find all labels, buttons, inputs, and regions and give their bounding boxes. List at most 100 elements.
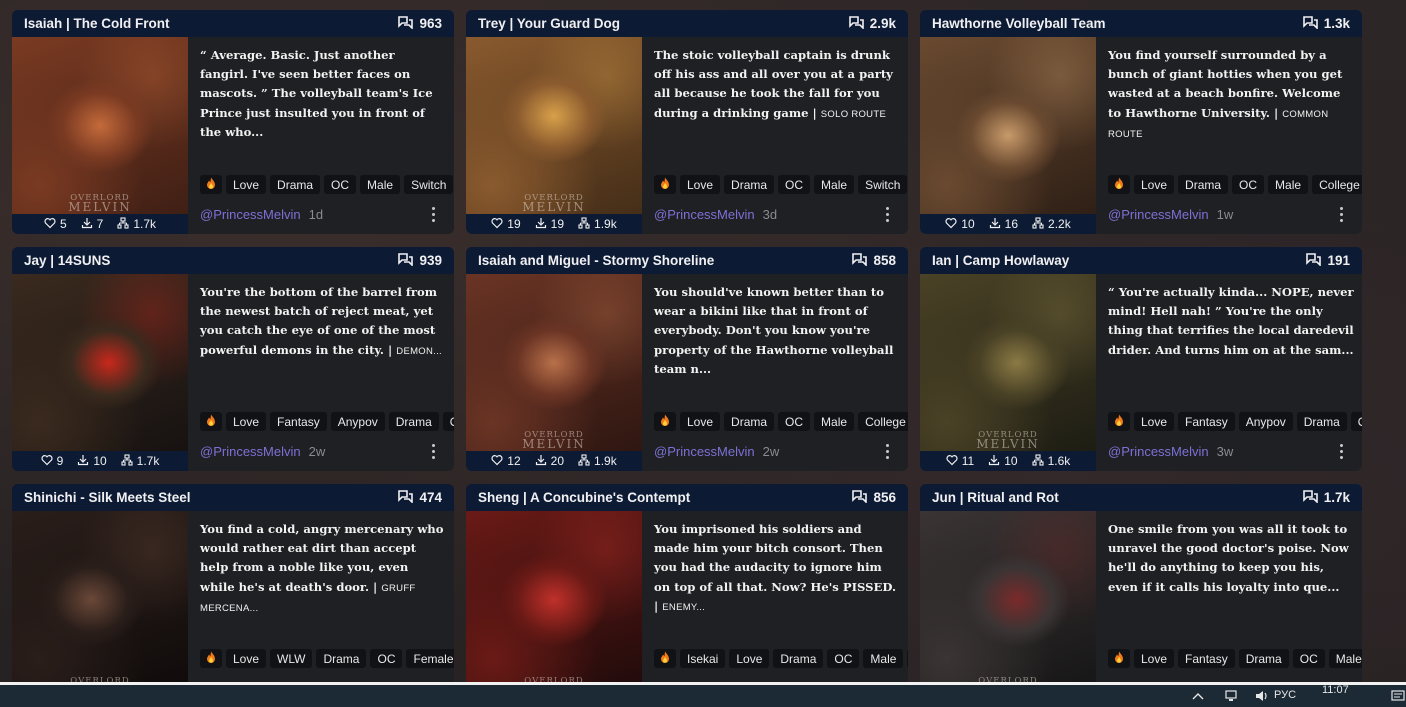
tag-chip[interactable]: Drama: [724, 412, 775, 431]
card-title[interactable]: Shinichi - Silk Meets Steel: [24, 490, 191, 505]
more-options-icon[interactable]: [1338, 443, 1344, 459]
tag-chip[interactable]: Love: [226, 649, 267, 668]
character-thumbnail[interactable]: OVERLORD: [12, 511, 188, 707]
character-thumbnail[interactable]: 9 10 1.7k: [12, 274, 188, 471]
more-options-icon[interactable]: [430, 206, 436, 222]
likes-stat[interactable]: 5: [44, 217, 67, 232]
tag-chip[interactable]: OC: [442, 412, 454, 431]
tag-chip[interactable]: Drama: [1296, 412, 1347, 431]
tag-chip[interactable]: OC: [324, 175, 357, 194]
trending-tag[interactable]: [200, 649, 222, 668]
character-card[interactable]: Shinichi - Silk Meets Steel 474 OVERLORD Yo…: [12, 484, 454, 707]
tag-chip[interactable]: Male: [1328, 649, 1362, 668]
tag-chip[interactable]: College: [1312, 175, 1362, 194]
tag-chip[interactable]: Isekai: [680, 649, 726, 668]
tag-chip[interactable]: College: [858, 412, 908, 431]
card-title[interactable]: Jay | 14SUNS: [24, 253, 110, 268]
tag-chip[interactable]: Drama: [1178, 175, 1229, 194]
character-thumbnail[interactable]: OVERLORD MELVIN 12 20 1.9k: [466, 274, 642, 471]
tag-chip[interactable]: Anypov: [330, 412, 385, 431]
trending-tag[interactable]: [654, 175, 676, 194]
trending-tag[interactable]: [1108, 412, 1130, 431]
character-thumbnail[interactable]: OVERLORD MELVIN 19 19 1.9k: [466, 37, 642, 234]
more-options-icon[interactable]: [430, 443, 436, 459]
tag-chip[interactable]: OC: [1232, 175, 1265, 194]
more-options-icon[interactable]: [1338, 206, 1344, 222]
character-card[interactable]: Trey | Your Guard Dog 2.9k OVERLORD MELVIN 1…: [466, 10, 908, 234]
character-card[interactable]: Ian | Camp Howlaway 191 OVERLORD MELVIN 11 10…: [920, 247, 1362, 471]
tag-chip[interactable]: WLW: [270, 649, 313, 668]
tag-chip[interactable]: Female: [406, 649, 454, 668]
card-title[interactable]: Hawthorne Volleyball Team: [932, 16, 1106, 31]
trending-tag[interactable]: [654, 649, 676, 668]
character-card[interactable]: Jun | Ritual and Rot 1.7k OVERLORD One smil…: [920, 484, 1362, 707]
tag-chip[interactable]: Anypov: [1238, 412, 1293, 431]
author-link[interactable]: @PrincessMelvin: [200, 207, 301, 222]
tag-chip[interactable]: Male: [1268, 175, 1309, 194]
tag-chip[interactable]: Love: [680, 175, 721, 194]
author-link[interactable]: @PrincessMelvin: [654, 207, 755, 222]
likes-stat[interactable]: 11: [946, 454, 974, 469]
tag-chip[interactable]: Male: [360, 175, 401, 194]
likes-stat[interactable]: 9: [41, 454, 63, 469]
tag-chip[interactable]: OC: [1350, 412, 1362, 431]
tag-chip[interactable]: Male: [814, 175, 855, 194]
tag-chip[interactable]: Drama: [316, 649, 367, 668]
likes-stat[interactable]: 10: [945, 217, 975, 232]
tag-chip[interactable]: Love: [226, 175, 267, 194]
author-link[interactable]: @PrincessMelvin: [654, 444, 755, 459]
more-options-icon[interactable]: [884, 206, 890, 222]
card-title[interactable]: Isaiah | The Cold Front: [24, 16, 170, 31]
tag-chip[interactable]: Love: [1134, 649, 1175, 668]
character-card[interactable]: Sheng | A Concubine's Contempt 856 OVERLOR…: [466, 484, 908, 707]
tag-chip[interactable]: OC: [778, 412, 811, 431]
tag-chip[interactable]: Switch: [404, 175, 454, 194]
tag-chip[interactable]: Love: [729, 649, 770, 668]
tag-chip[interactable]: Love: [680, 412, 721, 431]
tag-chip[interactable]: Fantasy: [1178, 412, 1235, 431]
trending-tag[interactable]: [1108, 175, 1130, 194]
author-link[interactable]: @PrincessMelvin: [1108, 444, 1209, 459]
tag-chip[interactable]: Fantasy: [1178, 649, 1235, 668]
character-card[interactable]: Hawthorne Volleyball Team 1.3k 10 16 2.2k You…: [920, 10, 1362, 234]
character-thumbnail[interactable]: 10 16 2.2k: [920, 37, 1096, 234]
tag-chip[interactable]: Drama: [388, 412, 439, 431]
tag-chip[interactable]: R: [907, 649, 908, 668]
character-card[interactable]: Jay | 14SUNS 939 9 10 1.7k You're the bottom …: [12, 247, 454, 471]
character-card[interactable]: Isaiah and Miguel - Stormy Shoreline 858 O…: [466, 247, 908, 471]
more-options-icon[interactable]: [884, 443, 890, 459]
character-thumbnail[interactable]: OVERLORD: [920, 511, 1096, 707]
tag-chip[interactable]: Fantasy: [270, 412, 327, 431]
likes-stat[interactable]: 19: [491, 217, 521, 232]
author-link[interactable]: @PrincessMelvin: [1108, 207, 1209, 222]
clock[interactable]: 11:07: [1322, 684, 1349, 696]
card-title[interactable]: Sheng | A Concubine's Contempt: [478, 490, 690, 505]
tag-chip[interactable]: OC: [827, 649, 860, 668]
tag-chip[interactable]: Male: [863, 649, 904, 668]
tag-chip[interactable]: OC: [1292, 649, 1325, 668]
chevron-up-icon[interactable]: [1190, 689, 1206, 706]
card-title[interactable]: Trey | Your Guard Dog: [478, 16, 620, 31]
tag-chip[interactable]: Drama: [724, 175, 775, 194]
network-icon[interactable]: [1224, 689, 1240, 706]
character-thumbnail[interactable]: OVERLORD MELVIN 11 10 1.6k: [920, 274, 1096, 471]
tag-chip[interactable]: Love: [1134, 412, 1175, 431]
tag-chip[interactable]: Male: [814, 412, 855, 431]
tag-chip[interactable]: Drama: [773, 649, 824, 668]
character-thumbnail[interactable]: OVERLORD MELVIN 5 7 1.7k: [12, 37, 188, 234]
tag-chip[interactable]: Love: [1134, 175, 1175, 194]
trending-tag[interactable]: [654, 412, 676, 431]
language-indicator[interactable]: РУС: [1274, 689, 1296, 701]
card-title[interactable]: Ian | Camp Howlaway: [932, 253, 1069, 268]
card-title[interactable]: Isaiah and Miguel - Stormy Shoreline: [478, 253, 714, 268]
tag-chip[interactable]: OC: [778, 175, 811, 194]
trending-tag[interactable]: [1108, 649, 1130, 668]
card-title[interactable]: Jun | Ritual and Rot: [932, 490, 1059, 505]
tag-chip[interactable]: OC: [370, 649, 403, 668]
likes-stat[interactable]: 12: [491, 454, 521, 469]
volume-icon[interactable]: [1254, 689, 1270, 706]
trending-tag[interactable]: [200, 175, 222, 194]
character-thumbnail[interactable]: OVERLORD: [466, 511, 642, 707]
notifications-icon[interactable]: [1390, 689, 1406, 706]
tag-chip[interactable]: Drama: [270, 175, 321, 194]
